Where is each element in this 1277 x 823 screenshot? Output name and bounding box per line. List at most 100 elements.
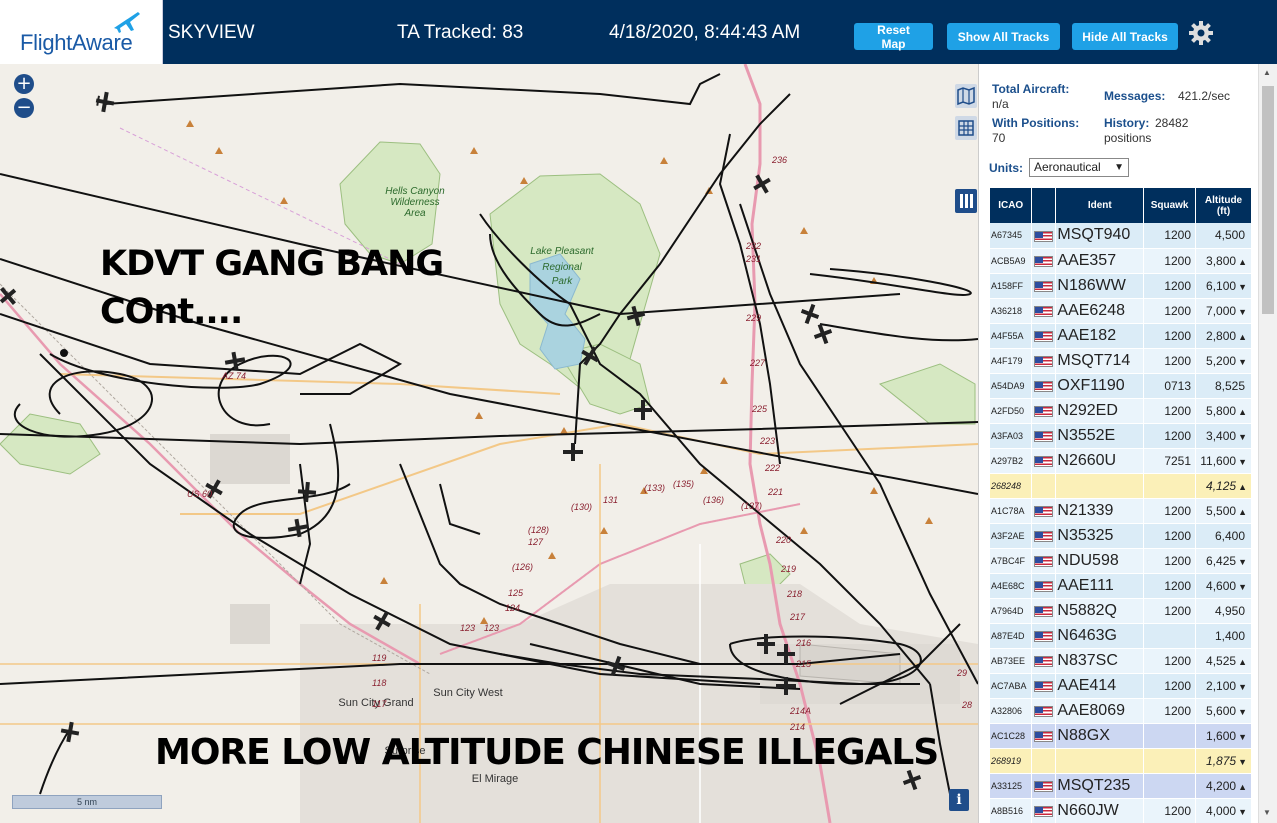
cell-squawk: 1200 xyxy=(1143,648,1197,674)
scrollbar-thumb[interactable] xyxy=(1262,86,1274,314)
gear-icon[interactable] xyxy=(1188,20,1214,46)
cell-altitude: 4,000 ▼ xyxy=(1195,798,1252,823)
aircraft-row[interactable]: A1C78A N21339 1200 5,500 ▲ xyxy=(990,498,1252,524)
grid-icon[interactable] xyxy=(955,116,977,140)
cell-altitude: 4,200 ▲ xyxy=(1195,773,1252,799)
aircraft-row[interactable]: A8B516 N660JW 1200 4,000 ▼ xyxy=(990,798,1252,823)
altitude-value: 4,525 xyxy=(1206,653,1237,668)
cell-squawk: 1200 xyxy=(1143,548,1197,574)
cell-flag xyxy=(1031,548,1057,574)
aircraft-row[interactable]: A54DA9 OXF1190 0713 8,525 xyxy=(990,373,1252,399)
altitude-value: 4,950 xyxy=(1214,603,1245,618)
altitude-value: 7,000 xyxy=(1206,303,1237,318)
aircraft-row[interactable]: A297B2 N2660U 7251 11,600 ▼ xyxy=(990,448,1252,474)
cell-ident: N292ED xyxy=(1055,398,1145,424)
columns-toggle-icon[interactable] xyxy=(955,189,977,213)
altitude-trend-icon: ▲ xyxy=(1238,256,1247,267)
cell-altitude: 3,400 ▼ xyxy=(1195,423,1252,449)
altitude-trend-icon: ▲ xyxy=(1238,481,1247,492)
altitude-value: 4,500 xyxy=(1214,228,1245,243)
tracked-count: TA Tracked: 83 xyxy=(397,22,524,43)
aircraft-row[interactable]: A3FA03 N3552E 1200 3,400 ▼ xyxy=(990,423,1252,449)
cell-flag xyxy=(1031,498,1057,524)
scroll-up-icon[interactable]: ▲ xyxy=(1263,68,1271,77)
aircraft-row[interactable]: A4F179 MSQT714 1200 5,200 ▼ xyxy=(990,348,1252,374)
history-label: History: xyxy=(1104,116,1150,130)
flightaware-logo[interactable]: FlightAware xyxy=(0,0,163,64)
dropdown-arrow-icon: ▼ xyxy=(1114,162,1124,173)
cell-flag xyxy=(1031,648,1057,674)
zoom-in-button[interactable]: + xyxy=(14,74,34,94)
label-road: 229 xyxy=(745,313,761,323)
cell-ident: N2660U xyxy=(1055,448,1145,474)
map-canvas: Hells Canyon Wilderness Area Lake Pleasa… xyxy=(0,64,978,823)
aircraft-row[interactable]: A7BC4F NDU598 1200 6,425 ▼ xyxy=(990,548,1252,574)
aircraft-row[interactable]: A4F55A AAE182 1200 2,800 ▲ xyxy=(990,323,1252,349)
aircraft-row[interactable]: AC7ABA AAE414 1200 2,100 ▼ xyxy=(990,673,1252,699)
aircraft-row[interactable]: A87E4D N6463G 1,400 xyxy=(990,623,1252,649)
cell-icao: 268919 xyxy=(990,748,1033,774)
cell-flag xyxy=(1031,223,1057,249)
history-value: 28482 xyxy=(1155,116,1189,130)
aircraft-row[interactable]: ACB5A9 AAE357 1200 3,800 ▲ xyxy=(990,248,1252,274)
aircraft-row[interactable]: A4E68C AAE111 1200 4,600 ▼ xyxy=(990,573,1252,599)
aircraft-row[interactable]: AC1C28 N88GX 1,600 ▼ xyxy=(990,723,1252,749)
col-header-ident[interactable]: Ident xyxy=(1055,188,1145,223)
cell-ident: N6463G xyxy=(1055,623,1145,649)
us-flag-icon xyxy=(1034,455,1054,467)
map-layers-icon[interactable] xyxy=(955,84,977,108)
aircraft-row[interactable]: A158FF N186WW 1200 6,100 ▼ xyxy=(990,273,1252,299)
altitude-trend-icon: ▲ xyxy=(1238,406,1247,417)
show-all-tracks-button[interactable]: Show All Tracks xyxy=(947,23,1060,50)
cell-squawk: 1200 xyxy=(1143,573,1197,599)
col-header-flag[interactable] xyxy=(1031,188,1057,223)
aircraft-row[interactable]: 268248 4,125 ▲ xyxy=(990,473,1252,499)
cell-icao: A33125 xyxy=(990,773,1033,799)
cell-ident: AAE414 xyxy=(1055,673,1145,699)
aircraft-row[interactable]: A2FD50 N292ED 1200 5,800 ▲ xyxy=(990,398,1252,424)
logo-text: FlightAware xyxy=(20,30,133,55)
info-button[interactable]: i xyxy=(949,789,969,811)
cell-icao: A32806 xyxy=(990,698,1033,724)
altitude-trend-icon: ▼ xyxy=(1238,556,1247,567)
aircraft-row[interactable]: A3F2AE N35325 1200 6,400 xyxy=(990,523,1252,549)
hide-all-tracks-button[interactable]: Hide All Tracks xyxy=(1072,23,1178,50)
units-select[interactable]: Aeronautical ▼ xyxy=(1029,158,1129,177)
scroll-down-icon[interactable]: ▼ xyxy=(1263,808,1271,817)
label-road: 215 xyxy=(795,659,812,669)
cell-icao: A3FA03 xyxy=(990,423,1033,449)
messages-label: Messages: xyxy=(1104,89,1166,103)
aircraft-row[interactable]: A67345 MSQT940 1200 4,500 xyxy=(990,223,1252,249)
aircraft-row[interactable]: 268919 1,875 ▼ xyxy=(990,748,1252,774)
cell-squawk: 1200 xyxy=(1143,223,1197,249)
cell-flag xyxy=(1031,373,1057,399)
aircraft-row[interactable]: A33125 MSQT235 4,200 ▲ xyxy=(990,773,1252,799)
units-label: Units: xyxy=(989,161,1023,175)
cell-altitude: 4,525 ▲ xyxy=(1195,648,1252,674)
label-road: 216 xyxy=(795,638,811,648)
aircraft-row[interactable]: A7964D N5882Q 1200 4,950 xyxy=(990,598,1252,624)
map-view[interactable]: Hells Canyon Wilderness Area Lake Pleasa… xyxy=(0,64,978,823)
col-header-altitude[interactable]: Altitude (ft) xyxy=(1195,188,1252,223)
col-header-icao[interactable]: ICAO xyxy=(990,188,1033,223)
reset-map-button[interactable]: Reset Map xyxy=(854,23,933,51)
cell-altitude: 1,875 ▼ xyxy=(1195,748,1252,774)
cell-ident: N186WW xyxy=(1055,273,1145,299)
label-lake-3: Park xyxy=(552,276,574,287)
overlay-annotation-top-line1: KDVT GANG BANG xyxy=(100,244,444,284)
aircraft-row[interactable]: A36218 AAE6248 1200 7,000 ▼ xyxy=(990,298,1252,324)
aircraft-row[interactable]: AB73EE N837SC 1200 4,525 ▲ xyxy=(990,648,1252,674)
label-road: (137) xyxy=(741,501,762,511)
altitude-trend-icon: ▼ xyxy=(1238,281,1247,292)
col-header-squawk[interactable]: Squawk xyxy=(1143,188,1197,223)
cell-altitude: 5,600 ▼ xyxy=(1195,698,1252,724)
altitude-value: 1,400 xyxy=(1214,628,1245,643)
aircraft-row[interactable]: A32806 AAE8069 1200 5,600 ▼ xyxy=(990,698,1252,724)
cell-altitude: 1,600 ▼ xyxy=(1195,723,1252,749)
altitude-value: 8,525 xyxy=(1214,378,1245,393)
cell-icao: A158FF xyxy=(990,273,1033,299)
cell-icao: A7964D xyxy=(990,598,1033,624)
zoom-out-button[interactable]: − xyxy=(14,98,34,118)
sidebar-scrollbar[interactable]: ▲ ▼ xyxy=(1258,64,1277,823)
cell-flag xyxy=(1031,448,1057,474)
